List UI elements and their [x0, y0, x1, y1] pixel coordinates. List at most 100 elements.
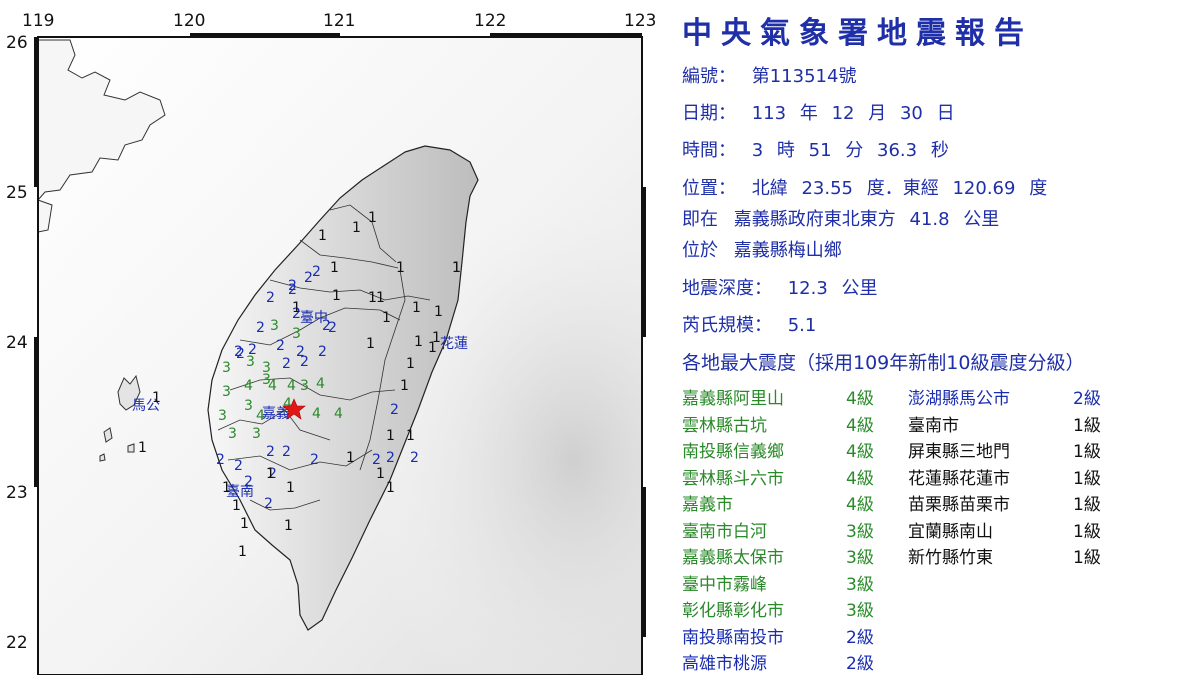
- report-date-row: 日期： 113 年 12 月 30 日: [682, 99, 963, 125]
- intensity-mark: 1: [240, 516, 249, 532]
- intensity-level: 4級: [846, 468, 874, 489]
- intensity-mark: 4: [256, 408, 265, 424]
- intensity-mark: 3: [300, 378, 309, 394]
- time-second-unit: 秒: [930, 140, 949, 161]
- depth-unit: 公里: [841, 278, 878, 299]
- intensity-level: 1級: [1073, 548, 1101, 568]
- city-label-hualien: 花蓮: [440, 336, 468, 352]
- intensity-place: 彰化縣彰化市: [682, 601, 784, 621]
- intensity-list-item: 嘉義縣太保市 3級: [682, 543, 892, 568]
- intensity-mark: 2: [318, 344, 327, 360]
- intensity-place: 苗栗縣苗栗市: [908, 495, 1010, 515]
- intensity-mark: 1: [286, 480, 295, 496]
- intensity-mark: 2: [248, 342, 257, 358]
- intensity-mark: 2: [234, 344, 243, 360]
- intensity-list-item: 高雄市桃源 2級: [682, 649, 892, 674]
- intensity-mark: 2: [282, 356, 291, 372]
- intensity-list-right: 澎湖縣馬公市 2級 臺南市 1級 屏東縣三地門 1級 花蓮縣花蓮市 1級 苗栗縣苗栗市 1級 宜蘭縣…: [908, 384, 1138, 584]
- lon-label: 121: [323, 11, 355, 31]
- lat-unit: 度．東經: [866, 178, 939, 199]
- report-title: 中央氣象署地震報告: [682, 16, 1033, 51]
- lon-label: 123: [624, 11, 656, 31]
- intensity-mark: 2: [410, 450, 419, 466]
- ref-distance: 41.8: [909, 209, 950, 230]
- time-hour: 3: [751, 140, 764, 161]
- intensity-mark: 1: [396, 260, 405, 276]
- intensity-mark: 1: [368, 210, 377, 226]
- time-minute-unit: 分: [845, 140, 864, 161]
- intensity-mark: 2: [310, 452, 319, 468]
- intensity-mark: 1: [138, 440, 147, 456]
- intensity-mark: 1: [238, 544, 247, 560]
- intensity-place: 南投縣信義鄉: [682, 442, 784, 462]
- intensity-mark: 4: [244, 378, 253, 394]
- lat-value: 23.55: [801, 178, 853, 199]
- intensity-level: 1級: [1073, 495, 1101, 515]
- intensity-list-item: 南投縣南投市 2級: [682, 623, 892, 648]
- intensity-list-item: 彰化縣彰化市 3級: [682, 596, 892, 621]
- intensity-level: 4級: [846, 389, 874, 409]
- intensity-mark: 1: [332, 288, 341, 304]
- intensity-list-item: 南投縣信義鄉 4級: [682, 437, 892, 462]
- intensity-mark: 3: [252, 426, 261, 442]
- time-label: 時間：: [682, 140, 736, 161]
- intensity-place: 花蓮縣花蓮市: [908, 468, 1010, 489]
- date-label: 日期：: [682, 103, 736, 124]
- intensity-mark: 2: [276, 338, 285, 354]
- intensity-mark: 1: [400, 378, 409, 394]
- lat-label: 24: [6, 333, 28, 353]
- intensity-level: 3級: [846, 548, 874, 568]
- intensity-mark: 1: [412, 300, 421, 316]
- intensity-mark: 1: [386, 428, 395, 444]
- intensity-place: 高雄市桃源: [682, 654, 767, 674]
- intensity-place: 屏東縣三地門: [908, 442, 1010, 462]
- map-canvas: 119 120 121 122 123 26 25 24 23 22 臺中 花蓮…: [6, 11, 656, 675]
- intensity-list-item: 臺南市白河 3級: [682, 517, 892, 542]
- time-hour-unit: 時: [776, 140, 795, 161]
- lat-label: 25: [6, 183, 28, 203]
- intensity-list-item: 雲林縣斗六市 4級: [682, 464, 892, 489]
- intensity-mark: 1: [376, 466, 385, 482]
- intensity-mark: 1: [284, 518, 293, 534]
- number-label: 編號：: [682, 66, 736, 87]
- lon-label: 120: [173, 11, 205, 31]
- intensity-mark: 2: [390, 402, 399, 418]
- intensity-mark: 2: [216, 452, 225, 468]
- intensity-mark: 2: [300, 354, 309, 370]
- intensity-mark: 4: [312, 406, 321, 422]
- intensity-mark: 1: [152, 390, 161, 406]
- intensity-mark: 1: [428, 340, 437, 356]
- intensity-list-item: 臺南市 1級: [908, 411, 1138, 436]
- lon-label: 122: [474, 11, 506, 31]
- intensity-mark: 1: [406, 428, 415, 444]
- intensity-place: 雲林縣斗六市: [682, 468, 784, 489]
- intensity-level: 1級: [1073, 415, 1101, 436]
- intensity-mark: 1: [292, 300, 301, 316]
- longitude-labels: 119 120 121 122 123: [22, 11, 656, 31]
- intensity-place: 澎湖縣馬公市: [908, 389, 1010, 409]
- intensity-mark: 1: [318, 228, 327, 244]
- intensity-mark: 2: [288, 282, 297, 298]
- intensity-mark: 3: [218, 408, 227, 424]
- intensity-level: 2級: [846, 627, 874, 648]
- intensity-list-item: 宜蘭縣南山 1級: [908, 517, 1138, 542]
- ref-label: 即在: [682, 209, 718, 230]
- intensity-mark: 1: [376, 290, 385, 306]
- intensity-list-item: 新竹縣竹東 1級: [908, 543, 1138, 568]
- ref-place: 嘉義縣政府東北東方: [733, 209, 896, 230]
- intensity-mark: 2: [266, 290, 275, 306]
- intensity-place: 臺南市: [908, 415, 959, 436]
- magnitude-label: 芮氏規模：: [682, 315, 772, 336]
- lat-label: 26: [6, 33, 28, 53]
- earthquake-map: 119 120 121 122 123 26 25 24 23 22 臺中 花蓮…: [0, 0, 665, 675]
- at-label: 位於: [682, 240, 718, 261]
- lon-label: 119: [22, 11, 54, 31]
- report-magnitude-row: 芮氏規模： 5.1: [682, 311, 816, 337]
- intensity-mark: 2: [266, 444, 275, 460]
- report-time-row: 時間： 3 時 51 分 36.3 秒: [682, 136, 957, 162]
- date-month-unit: 月: [868, 103, 887, 124]
- depth-value: 12.3: [787, 278, 828, 299]
- intensity-level: 1級: [1073, 521, 1101, 542]
- report-number-row: 編號： 第113514號: [682, 62, 856, 88]
- intensity-level: 3級: [846, 521, 874, 542]
